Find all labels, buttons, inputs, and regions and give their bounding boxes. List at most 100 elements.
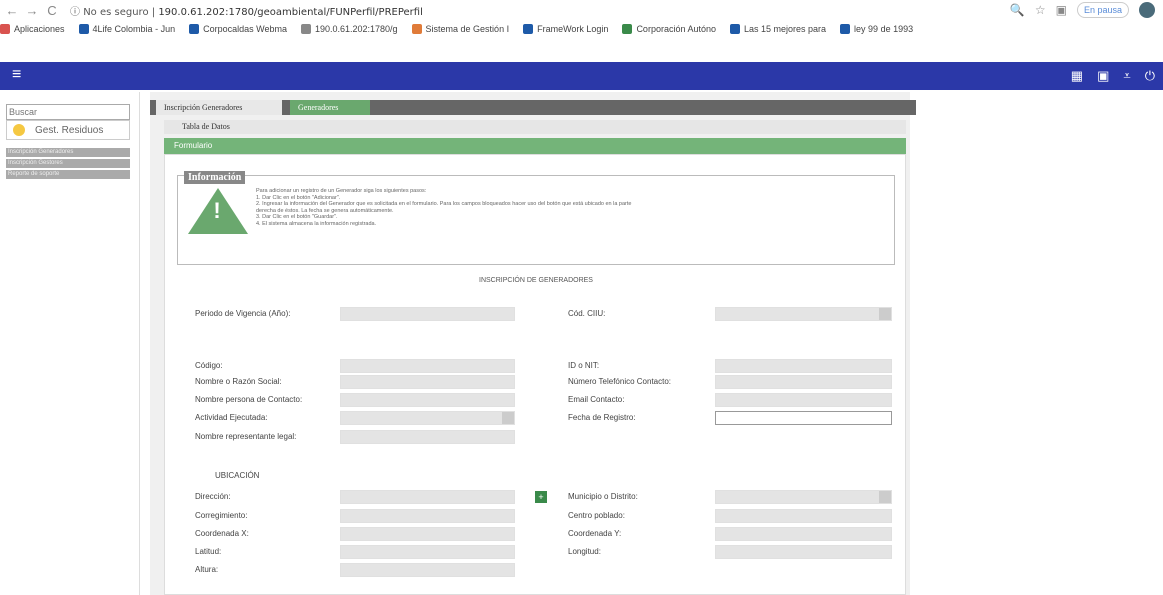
sidebar-item-reporte[interactable]: Reporte de soporte	[6, 170, 130, 179]
representante-input[interactable]	[340, 430, 515, 444]
contacto-input[interactable]	[340, 393, 515, 407]
dropdown-button[interactable]	[879, 491, 891, 503]
latitud-label: Latitud:	[195, 547, 222, 556]
form-title: INSCRIPCIÓN DE GENERADORES	[479, 277, 593, 284]
email-label: Email Contacto:	[568, 395, 625, 404]
altura-input[interactable]	[340, 563, 515, 577]
bookmark-icon	[622, 24, 633, 34]
header-actions: ▦ ▣ ⩡ ⏻	[1071, 68, 1155, 84]
filter-icon[interactable]: ⩡	[1123, 68, 1130, 84]
centro-input[interactable]	[715, 509, 892, 523]
tab-inscripcion[interactable]: Inscripción Generadores	[156, 100, 282, 115]
bookmark-icon	[840, 24, 851, 34]
bookmark-item[interactable]: 4Life Colombia - Jun	[78, 24, 176, 34]
url-text: 190.0.61.202:1780/geoambiental/FUNPerfil…	[158, 6, 423, 18]
bookmark-item[interactable]: Corpocaldas Webma	[189, 24, 287, 34]
coordy-input[interactable]	[715, 527, 892, 541]
bookmark-item[interactable]: Corporación Autóno	[622, 24, 716, 34]
zoom-icon[interactable]: 🔍	[1010, 3, 1025, 17]
bookmarks-bar: Aplicaciones 4Life Colombia - Jun Corpocal…	[0, 20, 1163, 38]
bookmark-label: Corpocaldas Webma	[203, 24, 287, 34]
corregimiento-input[interactable]	[340, 509, 515, 523]
bookmark-label: Corporación Autóno	[636, 24, 716, 34]
paused-badge[interactable]: En pausa	[1076, 2, 1129, 18]
latitud-input[interactable]	[340, 545, 515, 559]
coordy-label: Coordenada Y:	[568, 529, 622, 538]
bookmark-icon	[189, 24, 200, 34]
exclamation-icon: !	[213, 198, 221, 223]
tab-generadores[interactable]: Generadores	[290, 100, 370, 115]
actividad-select[interactable]	[340, 411, 515, 425]
direccion-label: Dirección:	[195, 492, 231, 501]
sidebar: Gest. Residuos Inscripción Generadores I…	[0, 92, 140, 595]
longitud-input[interactable]	[715, 545, 892, 559]
star-icon[interactable]: ☆	[1035, 3, 1046, 17]
bookmark-item[interactable]: Sistema de Gestión I	[411, 24, 510, 34]
dropdown-button[interactable]	[879, 308, 891, 320]
app-header: ≡ ▦ ▣ ⩡ ⏻	[0, 62, 1163, 90]
add-address-button[interactable]: +	[535, 491, 547, 503]
back-icon[interactable]: ←	[4, 3, 20, 18]
telefono-input[interactable]	[715, 375, 892, 389]
reload-icon[interactable]: C	[44, 3, 60, 18]
email-input[interactable]	[715, 393, 892, 407]
bookmark-icon	[0, 24, 10, 34]
bookmark-item[interactable]: 190.0.61.202:1780/g	[300, 24, 398, 34]
nombre-input[interactable]	[340, 375, 515, 389]
fecha-input[interactable]	[715, 411, 892, 425]
bookmark-item[interactable]: Aplicaciones	[0, 24, 65, 34]
bookmark-item[interactable]: FrameWork Login	[523, 24, 608, 34]
sidebar-section-residuos[interactable]: Gest. Residuos	[6, 120, 130, 140]
periodo-input[interactable]	[340, 307, 515, 321]
bookmark-item[interactable]: Las 15 mejores para	[730, 24, 826, 34]
actividad-label: Actividad Ejecutada:	[195, 413, 268, 422]
municipio-label: Municipio o Distrito:	[568, 492, 638, 501]
contacto-label: Nombre persona de Contacto:	[195, 395, 303, 404]
sidebar-item-inscripcion-gestores[interactable]: Inscripción Gestores	[6, 159, 130, 168]
bookmark-icon	[300, 24, 311, 34]
search-input[interactable]	[6, 104, 130, 120]
address-row: ← → C ⓘ No es seguro | 190.0.61.202:1780…	[0, 0, 1163, 20]
insecure-label: No es seguro	[83, 6, 149, 18]
menu-icon[interactable]: ≡	[12, 66, 21, 84]
corregimiento-label: Corregimiento:	[195, 511, 248, 520]
forward-icon[interactable]: →	[24, 3, 40, 18]
bookmark-label: FrameWork Login	[537, 24, 609, 34]
calendar-icon[interactable]: ▦	[1071, 68, 1083, 84]
bookmark-icon	[411, 24, 422, 34]
direccion-input[interactable]	[340, 490, 515, 504]
bookmark-item[interactable]: ley 99 de 1993	[840, 24, 913, 34]
bookmark-label: Las 15 mejores para	[744, 24, 827, 34]
periodo-label: Periodo de Vigencia (Año):	[195, 309, 291, 318]
bookmark-label: Aplicaciones	[14, 24, 65, 34]
nit-input[interactable]	[715, 359, 892, 373]
bookmark-label: Sistema de Gestión I	[425, 24, 510, 34]
codigo-input[interactable]	[340, 359, 515, 373]
coordx-input[interactable]	[340, 527, 515, 541]
tab-search-icon[interactable]: ▣	[1056, 3, 1067, 17]
nit-label: ID o NIT:	[568, 361, 600, 370]
municipio-select[interactable]	[715, 490, 892, 504]
form-area: Información ! Para adicionar un registro…	[164, 154, 906, 595]
tab-strip: Inscripción Generadores Generadores	[150, 100, 916, 115]
ciiu-select[interactable]	[715, 307, 892, 321]
dropdown-button[interactable]	[502, 412, 514, 424]
profile-avatar[interactable]	[1139, 2, 1155, 18]
fecha-label: Fecha de Registro:	[568, 413, 636, 422]
panel-tabla-datos[interactable]: Tabla de Datos	[164, 120, 906, 134]
sun-icon	[13, 124, 25, 136]
monitor-icon[interactable]: ▣	[1097, 68, 1109, 84]
sidebar-item-inscripcion-generadores[interactable]: Inscripción Generadores	[6, 148, 130, 157]
altura-label: Altura:	[195, 565, 219, 574]
ubicacion-heading: UBICACIÓN	[215, 471, 260, 480]
longitud-label: Longitud:	[568, 547, 601, 556]
address-bar[interactable]: ⓘ No es seguro | 190.0.61.202:1780/geoam…	[70, 3, 423, 18]
telefono-label: Número Telefónico Contacto:	[568, 377, 672, 386]
panel-formulario[interactable]: Formulario	[164, 138, 906, 154]
sidebar-section-label: Gest. Residuos	[35, 124, 104, 136]
main-content: Inscripción Generadores Generadores Tabl…	[150, 92, 916, 595]
power-icon[interactable]: ⏻	[1145, 68, 1155, 84]
browser-actions: 🔍 ☆ ▣ En pausa	[1010, 2, 1155, 18]
bookmark-label: 4Life Colombia - Jun	[92, 24, 176, 34]
info-box: Información ! Para adicionar un registro…	[177, 171, 895, 265]
